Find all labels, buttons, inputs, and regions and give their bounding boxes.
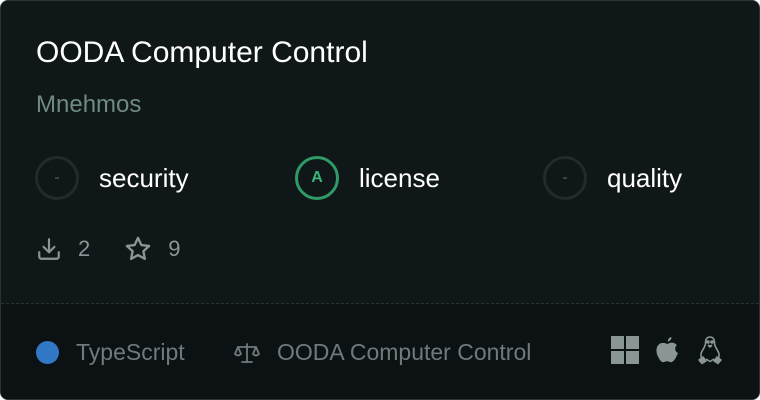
- license-score: A license: [295, 156, 440, 200]
- windows-icon: [611, 336, 639, 364]
- card-author[interactable]: Mnehmos: [36, 91, 141, 119]
- downloads-count: 2: [78, 236, 91, 261]
- license-label: license: [359, 162, 440, 193]
- security-score: - security: [35, 156, 189, 200]
- server-card[interactable]: OODA Computer Control Mnehmos - security…: [0, 0, 760, 400]
- quality-label: quality: [607, 162, 683, 193]
- language-tag: TypeScript: [36, 339, 185, 366]
- quality-grade-badge: -: [543, 156, 587, 200]
- stars-count: 9: [168, 236, 181, 261]
- card-title: OODA Computer Control: [36, 36, 368, 69]
- downloads-stat: 2: [36, 236, 90, 262]
- license-name: OODA Computer Control: [277, 339, 532, 365]
- stats-row: 2 9: [36, 234, 181, 264]
- scale-icon: [234, 341, 277, 365]
- card-footer: TypeScript OODA Computer Control: [1, 304, 759, 399]
- linux-icon: [697, 335, 723, 365]
- security-grade-badge: -: [35, 156, 79, 200]
- language-color-dot: [36, 341, 59, 364]
- platform-icons: [611, 335, 723, 365]
- security-label: security: [99, 162, 189, 193]
- language-label: TypeScript: [76, 339, 185, 365]
- download-icon: [36, 236, 62, 262]
- quality-score: - quality: [543, 156, 682, 200]
- apple-icon: [655, 336, 679, 364]
- license-info: OODA Computer Control: [234, 339, 531, 366]
- stars-stat: 9: [124, 235, 181, 263]
- license-grade-badge: A: [295, 156, 339, 200]
- star-icon: [124, 235, 152, 263]
